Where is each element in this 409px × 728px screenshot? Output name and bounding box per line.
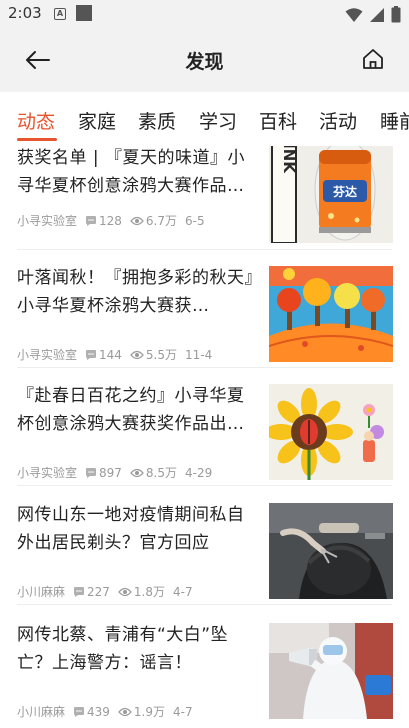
comment-icon	[73, 706, 85, 718]
article-meta: 小川麻麻 227 1.8万 4-7	[17, 583, 193, 600]
comment-icon	[85, 215, 97, 227]
tab-jiating[interactable]: 家庭	[78, 107, 116, 134]
tab-dongtai[interactable]: 动态	[17, 107, 55, 134]
article-date: 4-29	[185, 465, 213, 480]
active-tab-indicator	[17, 138, 57, 141]
tab-xuexi[interactable]: 学习	[199, 107, 237, 134]
signal-icon	[370, 7, 384, 22]
article-item[interactable]: 获奖名单 | 『夏天的味道』小寻华夏杯创意涂鸦大赛作品… 小寻实验室 128 6…	[0, 146, 409, 250]
article-thumbnail-sunflower	[269, 384, 393, 480]
article-thumbnail-haircut	[269, 503, 393, 599]
home-icon	[363, 49, 383, 69]
drink-label: DRINK	[280, 146, 298, 174]
status-time: 2:03	[8, 4, 42, 22]
article-date: 6-5	[185, 213, 205, 228]
status-bar: 2:03 A	[0, 0, 409, 28]
a-notification-icon: A	[54, 8, 66, 20]
article-title: 叶落闻秋！『拥抱多彩的秋天』小寻华夏杯涂鸦大赛获…	[17, 268, 254, 316]
category-tab-bar: 动态 家庭 素质 学习 百科 活动 睡前	[0, 92, 409, 146]
article-meta: 小寻实验室 144 5.5万 11-4	[17, 346, 212, 363]
battery-icon	[391, 6, 401, 23]
page-title: 发现	[185, 51, 224, 73]
article-thumbnail-dabai	[269, 623, 393, 719]
comment-count: 128	[99, 213, 122, 228]
eye-icon	[130, 349, 144, 361]
view-count: 8.5万	[145, 466, 178, 480]
view-count: 5.5万	[145, 348, 178, 362]
article-item[interactable]: 『赴春日百花之约』小寻华夏杯创意涂鸦大赛获奖作品出… 小寻实验室 897 8.5…	[0, 368, 409, 486]
eye-icon	[130, 215, 144, 227]
view-count: 1.8万	[133, 585, 166, 599]
home-button[interactable]	[359, 45, 387, 73]
article-thumbnail-fanta: DRINK 芬达	[269, 146, 393, 243]
status-icons	[345, 6, 401, 23]
eye-icon	[130, 467, 144, 479]
comment-icon	[73, 586, 85, 598]
view-count: 1.9万	[133, 705, 166, 719]
tab-shuiqian[interactable]: 睡前	[380, 107, 409, 134]
wifi-icon	[345, 7, 363, 22]
comment-count: 227	[87, 584, 110, 599]
tab-suzhi[interactable]: 素质	[138, 107, 176, 134]
article-author: 小寻实验室	[17, 348, 78, 362]
article-meta: 小寻实验室 897 8.5万 4-29	[17, 464, 212, 481]
comment-icon	[85, 467, 97, 479]
fanta-label: 芬达	[332, 184, 357, 199]
tab-huodong[interactable]: 活动	[319, 107, 357, 134]
article-item[interactable]: 叶落闻秋！『拥抱多彩的秋天』小寻华夏杯涂鸦大赛获… 小寻实验室 144 5.5万…	[0, 250, 409, 368]
article-meta: 小川麻麻 439 1.9万 4-7	[17, 703, 193, 720]
comment-count: 144	[99, 347, 122, 362]
article-item[interactable]: 网传北蔡、青浦有“大白”坠亡？上海警方：谣言！ 小川麻麻 439 1.9万 4-…	[0, 605, 409, 723]
tab-baike[interactable]: 百科	[259, 107, 297, 134]
comment-count: 897	[99, 465, 122, 480]
article-author: 小寻实验室	[17, 466, 78, 480]
article-thumbnail-autumn	[269, 266, 393, 362]
article-title: 网传北蔡、青浦有“大白”坠亡？上海警方：谣言！	[17, 625, 229, 673]
comment-count: 439	[87, 704, 110, 719]
article-author: 小寻实验室	[17, 214, 78, 228]
article-item[interactable]: 网传山东一地对疫情期间私自外出居民剃头？官方回应 小川麻麻 227 1.8万 4…	[0, 487, 409, 605]
article-date: 4-7	[173, 584, 193, 599]
article-author: 小川麻麻	[17, 585, 66, 599]
comment-icon	[85, 349, 97, 361]
article-meta: 小寻实验室 128 6.7万 6-5	[17, 212, 205, 229]
article-author: 小川麻麻	[17, 705, 66, 719]
article-title: 获奖名单 | 『夏天的味道』小寻华夏杯创意涂鸦大赛作品…	[17, 148, 246, 196]
article-date: 4-7	[173, 704, 193, 719]
view-count: 6.7万	[145, 214, 178, 228]
article-title: 网传山东一地对疫情期间私自外出居民剃头？官方回应	[17, 505, 245, 553]
article-feed[interactable]: 获奖名单 | 『夏天的味道』小寻华夏杯创意涂鸦大赛作品… 小寻实验室 128 6…	[0, 146, 409, 728]
divider	[17, 485, 392, 486]
app-header: 发现	[0, 28, 409, 92]
eye-icon	[118, 586, 132, 598]
article-title: 『赴春日百花之约』小寻华夏杯创意涂鸦大赛获奖作品出…	[17, 386, 245, 434]
eye-icon	[118, 706, 132, 718]
article-date: 11-4	[185, 347, 213, 362]
notification-square-icon	[76, 5, 92, 21]
